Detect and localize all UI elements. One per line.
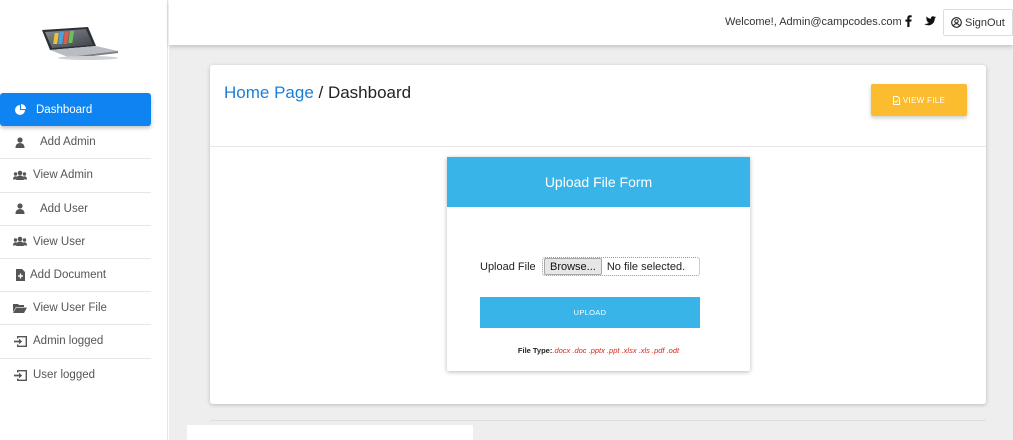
sidebar-item-view-user-file[interactable]: View User File: [0, 292, 151, 326]
upload-file-label: Upload File: [480, 261, 536, 273]
breadcrumb-current: Dashboard: [327, 83, 412, 102]
sidebar-item-label: View User File: [33, 302, 107, 315]
sidebar-item-label: Admin logged: [33, 335, 104, 348]
card-divider: [210, 146, 986, 147]
file-status-text: No file selected.: [606, 260, 686, 273]
twitter-icon[interactable]: [923, 14, 937, 28]
breadcrumb-home-link[interactable]: Home Page: [224, 83, 314, 102]
sign-in-icon: [13, 368, 27, 382]
sidebar-item-user-logged[interactable]: User logged: [0, 359, 151, 392]
upload-button[interactable]: UPLOAD: [480, 297, 700, 328]
footer-divider: [210, 420, 986, 421]
sidebar-item-view-admin[interactable]: View Admin: [0, 159, 151, 193]
sidebar-item-label: Dashboard: [36, 103, 93, 116]
bottom-panel: [187, 425, 473, 440]
signout-button[interactable]: SignOut: [943, 9, 1013, 36]
signout-label: SignOut: [965, 16, 1005, 29]
sidebar-item-label: View User: [33, 235, 86, 248]
sidebar-nav: Dashboard Add Admin View Admin Add User …: [0, 93, 151, 392]
laptop-logo-icon: [38, 24, 120, 60]
sidebar-item-view-user[interactable]: View User: [0, 226, 151, 259]
view-file-label: VIEW FILE: [902, 95, 946, 105]
sidebar-item-label: View Admin: [33, 169, 93, 182]
pie-chart-icon: [13, 103, 27, 117]
sidebar: Dashboard Add Admin View Admin Add User …: [0, 0, 168, 440]
sign-in-icon: [13, 334, 27, 348]
sidebar-item-label: Add Document: [30, 269, 107, 282]
sidebar-item-add-user[interactable]: Add User: [0, 193, 151, 226]
main-content: Home Page / Dashboard VIEW FILE Upload F…: [169, 45, 1013, 440]
users-icon: [13, 168, 27, 182]
user-icon: [13, 202, 27, 216]
dashboard-card: Home Page / Dashboard VIEW FILE Upload F…: [210, 65, 986, 404]
users-icon: [13, 235, 27, 249]
view-file-button[interactable]: VIEW FILE: [871, 84, 967, 116]
user-icon: [13, 135, 27, 149]
file-add-icon: [13, 268, 27, 282]
folder-open-icon: [13, 301, 27, 315]
sidebar-item-add-admin[interactable]: Add Admin: [0, 126, 151, 160]
user-circle-icon: [951, 17, 962, 28]
file-type-note: File Type:.docx .doc .pptx .ppt .xlsx .x…: [447, 346, 750, 355]
upload-file-form: Upload File Form Upload File Browse... N…: [447, 157, 750, 371]
welcome-text: Welcome!, Admin@campcodes.com: [725, 16, 902, 28]
sidebar-item-label: User logged: [33, 369, 96, 382]
sidebar-item-label: Add User: [40, 202, 88, 215]
facebook-icon[interactable]: [902, 14, 914, 28]
top-bar: Welcome!, Admin@campcodes.com SignOut: [169, 0, 1013, 45]
file-type-label: File Type:: [517, 346, 553, 355]
file-type-values: .docx .doc .pptx .ppt .xlsx .xls .pdf .o…: [552, 346, 680, 355]
sidebar-item-admin-logged[interactable]: Admin logged: [0, 325, 151, 359]
sidebar-item-add-document[interactable]: Add Document: [0, 259, 151, 293]
file-icon: [892, 95, 900, 105]
upload-form-title: Upload File Form: [447, 157, 750, 207]
sidebar-item-dashboard[interactable]: Dashboard: [0, 93, 151, 127]
breadcrumb-separator: /: [313, 83, 328, 102]
file-input[interactable]: Browse... No file selected.: [542, 257, 700, 276]
sidebar-item-label: Add Admin: [40, 136, 96, 149]
browse-button[interactable]: Browse...: [544, 258, 602, 275]
breadcrumb: Home Page / Dashboard: [224, 83, 411, 103]
